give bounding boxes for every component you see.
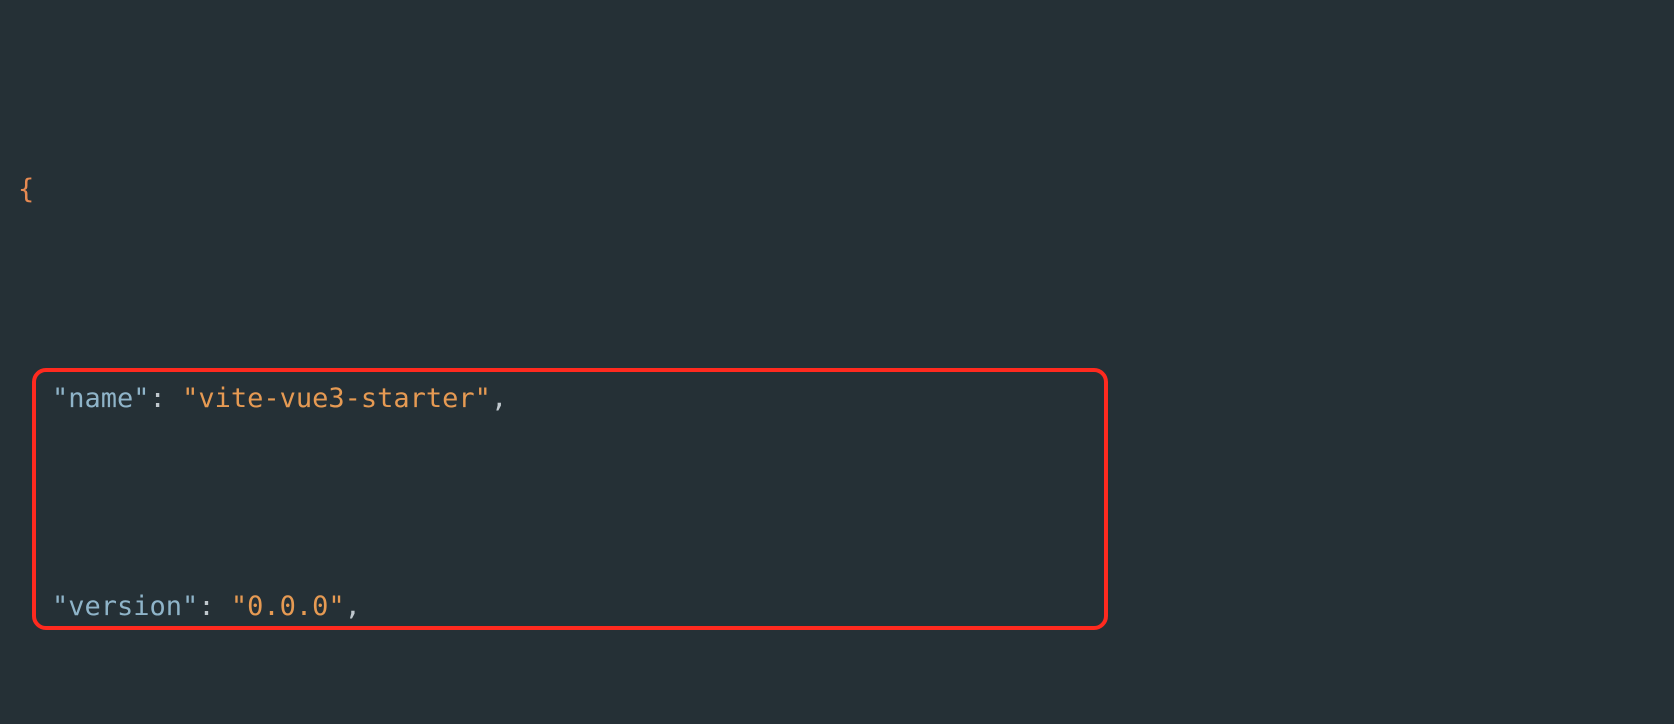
code-line: { <box>6 164 1674 216</box>
json-key-version: "version" <box>52 591 198 622</box>
code-line: "name": "vite-vue3-starter", <box>6 373 1674 425</box>
json-key-name: "name" <box>52 383 150 414</box>
code-editor[interactable]: { "name": "vite-vue3-starter", "version"… <box>0 0 1674 724</box>
json-value: "0.0.0" <box>231 591 345 622</box>
open-brace: { <box>6 174 34 205</box>
code-line: "version": "0.0.0", <box>6 581 1674 633</box>
json-value: "vite-vue3-starter" <box>182 383 491 414</box>
